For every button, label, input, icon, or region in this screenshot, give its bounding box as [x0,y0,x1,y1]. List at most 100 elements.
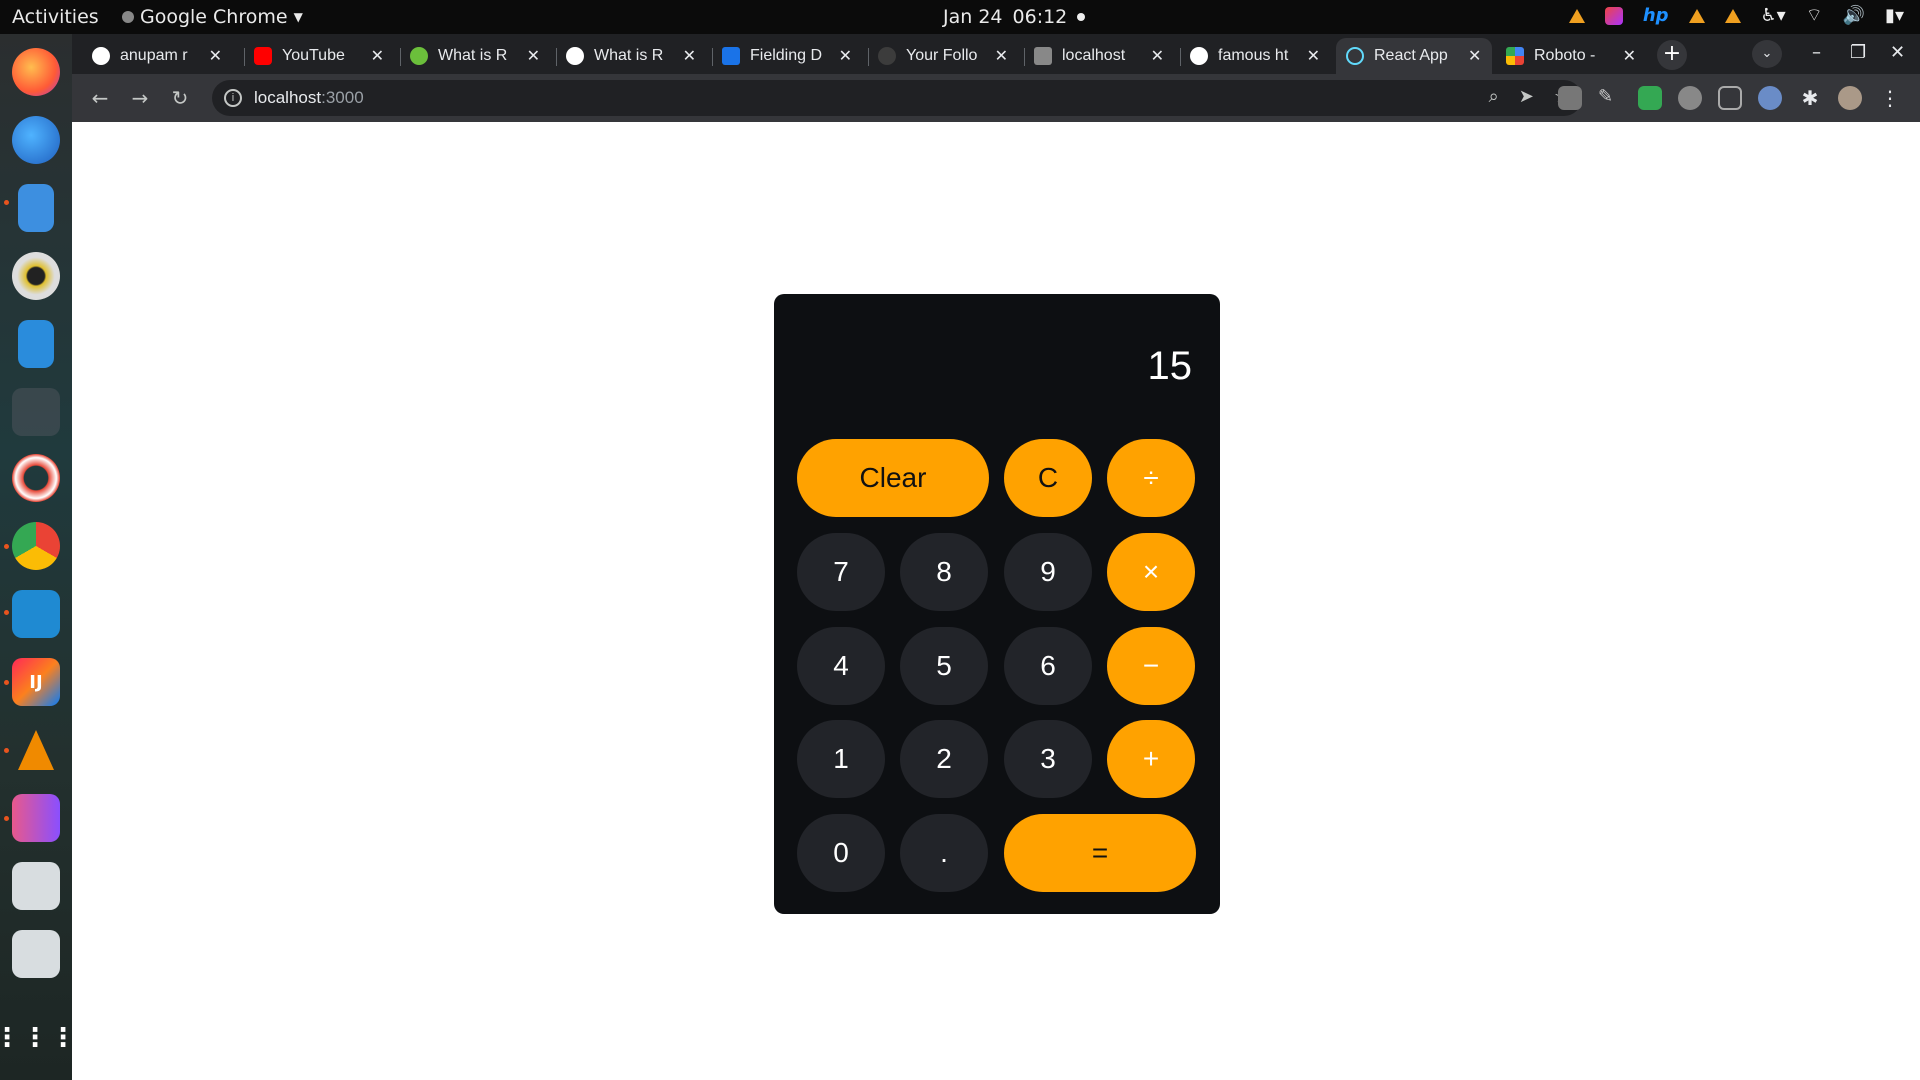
reload-icon[interactable]: ↻ [166,84,194,112]
extension-badge-icon[interactable] [1638,86,1662,110]
firefox-icon[interactable] [12,48,60,96]
google-fonts-icon [1506,47,1524,65]
tab-3[interactable]: What is R ✕ [400,38,550,74]
clock-time: 06:12 [1012,6,1068,28]
address-bar[interactable]: i localhost:3000 ⌕ ➤ ☆ [212,80,1582,116]
back-arrow-icon[interactable]: ← [86,84,114,112]
libreoffice-writer-icon[interactable] [18,320,54,368]
send-icon[interactable]: ➤ [1519,86,1534,107]
vscode-icon[interactable] [12,590,60,638]
tab-title: localhost [1062,47,1126,64]
drive-icon[interactable] [12,862,60,910]
chrome-icon[interactable] [12,522,60,570]
url-text[interactable]: localhost:3000 [254,88,364,108]
clock-date: Jan 24 [943,6,1003,28]
calculator: 15 Clear C ÷ 7 8 9 × 4 5 6 − 1 2 3 + 0 .… [774,294,1220,914]
eight-button[interactable]: 8 [900,533,988,611]
close-icon[interactable]: ✕ [1468,46,1481,66]
screenshot-icon[interactable] [12,388,60,436]
drive-icon[interactable] [12,930,60,978]
c-button[interactable]: C [1004,439,1092,517]
close-icon[interactable]: ✕ [1623,46,1636,66]
warning-icon[interactable] [1568,8,1585,23]
rhythmbox-icon[interactable] [12,252,60,300]
one-button[interactable]: 1 [797,720,885,798]
close-icon[interactable]: ✕ [1151,46,1164,66]
close-icon[interactable]: ✕ [839,46,852,66]
tab-7[interactable]: localhost ✕ [1024,38,1174,74]
volume-icon[interactable]: 🔊 [1843,5,1865,26]
clock[interactable]: Jan 24 06:12 [943,6,1086,28]
kebab-menu-icon[interactable]: ⋮ [1878,86,1902,110]
zero-button[interactable]: 0 [797,814,885,892]
globe-icon [566,47,584,65]
intellij-icon[interactable]: IJ [12,658,60,706]
multiply-button[interactable]: × [1107,533,1195,611]
shield-extension-icon[interactable] [1758,86,1782,110]
vlc-icon[interactable] [12,726,60,774]
tab-1[interactable]: anupam r ✕ [82,38,232,74]
three-button[interactable]: 3 [1004,720,1092,798]
running-indicator [4,816,9,821]
new-tab-button[interactable]: + [1657,40,1687,70]
minus-button[interactable]: − [1107,627,1195,705]
thunderbird-icon[interactable] [12,116,60,164]
react-icon [1346,47,1364,65]
two-button[interactable]: 2 [900,720,988,798]
tab-title: famous ht [1218,47,1289,64]
plus-button[interactable]: + [1107,720,1195,798]
close-icon[interactable]: ✕ [683,46,696,66]
profile-avatar[interactable] [1838,86,1862,110]
running-indicator [4,610,9,615]
tab-6[interactable]: Your Follo ✕ [868,38,1018,74]
image-extension-icon[interactable] [1558,86,1582,110]
four-button[interactable]: 4 [797,627,885,705]
notes-icon[interactable] [18,184,54,232]
app-menu[interactable]: Google Chrome ▼ [122,6,303,28]
puzzle-extensions-icon[interactable]: ✱ [1798,86,1822,110]
app-indicator-icon[interactable] [1604,6,1623,25]
notification-dot-icon [1077,13,1086,21]
wifi-icon[interactable]: ⌔ [1806,4,1823,27]
help-icon[interactable] [12,454,60,502]
activities-button[interactable]: Activities [12,6,99,28]
accessibility-icon[interactable]: ♿▾ [1761,5,1786,26]
warning-icon[interactable] [1724,8,1741,23]
tab-title: What is R [594,47,664,64]
tab-10[interactable]: Roboto - ✕ [1496,38,1646,74]
close-icon[interactable]: ✕ [995,46,1008,66]
tab-2[interactable]: YouTube ✕ [244,38,394,74]
pen-extension-icon[interactable]: ✎ [1598,86,1622,110]
tab-4[interactable]: What is R ✕ [556,38,706,74]
seven-button[interactable]: 7 [797,533,885,611]
tab-5[interactable]: Fielding D ✕ [712,38,862,74]
clear-button[interactable]: Clear [797,439,989,517]
divide-button[interactable]: ÷ [1107,439,1195,517]
five-button[interactable]: 5 [900,627,988,705]
close-icon[interactable]: ✕ [527,46,540,66]
close-window-icon[interactable]: ✕ [1890,42,1905,63]
warning-icon[interactable] [1688,8,1705,23]
close-icon[interactable]: ✕ [371,46,384,66]
forward-arrow-icon[interactable]: → [126,84,154,112]
media-icon[interactable] [12,794,60,842]
equals-button[interactable]: = [1004,814,1196,892]
youtube-icon [254,47,272,65]
show-apps-icon[interactable]: ⋮⋮⋮ [0,1014,76,1062]
minimize-icon[interactable]: – [1812,42,1821,63]
close-icon[interactable]: ✕ [209,46,222,66]
restore-icon[interactable]: ❐ [1850,42,1866,63]
six-button[interactable]: 6 [1004,627,1092,705]
cast-extension-icon[interactable] [1718,86,1742,110]
close-icon[interactable]: ✕ [1307,46,1320,66]
circle-extension-icon[interactable] [1678,86,1702,110]
info-icon[interactable]: i [224,89,242,107]
tab-8[interactable]: famous ht ✕ [1180,38,1330,74]
tab-search-icon[interactable]: ⌄ [1752,40,1782,68]
battery-icon[interactable]: ▮▾ [1885,5,1904,26]
hp-icon[interactable]: hp [1643,5,1669,26]
nine-button[interactable]: 9 [1004,533,1092,611]
zoom-icon[interactable]: ⌕ [1489,86,1499,107]
tab-9-active[interactable]: React App ✕ [1336,38,1492,74]
decimal-button[interactable]: . [900,814,988,892]
